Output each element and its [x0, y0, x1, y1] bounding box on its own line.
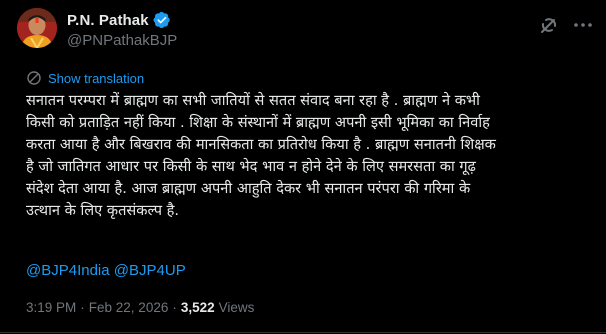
grok-button[interactable] — [538, 14, 560, 36]
divider — [0, 332, 606, 333]
views-count: 3,522 — [180, 300, 215, 315]
meta-separator: · — [80, 300, 85, 315]
tweet-text: सनातन परम्परा में ब्राह्मण का सभी जातियो… — [26, 90, 586, 222]
views-label: Views — [218, 300, 255, 315]
mention-link-bjp4india[interactable]: @BJP4India — [26, 262, 110, 279]
author-display-name[interactable]: P.N. Pathak — [67, 12, 149, 29]
show-translation-link[interactable]: Show translation — [26, 70, 144, 86]
more-options-button[interactable] — [572, 14, 594, 36]
show-translation-label: Show translation — [48, 70, 145, 86]
author-handle[interactable]: @PNPathakBJP — [67, 32, 177, 49]
author-info: P.N. Pathak @PNPathakBJP — [67, 10, 177, 50]
meta-separator: · — [172, 300, 177, 315]
display-name-row: P.N. Pathak — [67, 10, 177, 30]
more-dots-icon — [574, 23, 592, 27]
grok-icon — [541, 18, 557, 33]
author-avatar[interactable] — [17, 8, 57, 48]
mention-link-bjp4up[interactable]: @BJP4UP — [114, 262, 186, 279]
tweet-date[interactable]: Feb 22, 2026 — [89, 300, 169, 315]
post-card: P.N. Pathak @PNPathakBJP Show translatio… — [0, 0, 606, 334]
verified-badge-icon — [153, 11, 170, 29]
tweet-text-line: उत्थान के लिए कृतसंकल्प है. — [26, 202, 180, 219]
tweet-text-line: सनातन परम्परा में ब्राह्मण का सभी जातियो… — [26, 92, 480, 109]
tweet-meta: 3:19 PM · Feb 22, 2026 · 3,522 Views — [26, 300, 254, 315]
translate-icon — [27, 71, 41, 85]
tweet-text-line: करता आया है और बिखराव की मानसिकता का प्र… — [26, 136, 496, 153]
tweet-text-line: किसी को प्रताड़ित नहीं किया . शिक्षा के … — [26, 114, 490, 131]
tweet-text-line: संदेश देता आया है. आज ब्राह्मण अपनी आहुत… — [26, 180, 471, 197]
tweet-text-line: है जो जातिगत आधार पर किसी के साथ भेद भाव… — [26, 158, 476, 175]
tweet-time[interactable]: 3:19 PM — [26, 300, 76, 315]
tweet-mentions: @BJP4India @BJP4UP — [26, 262, 186, 279]
avatar-image — [17, 8, 57, 48]
